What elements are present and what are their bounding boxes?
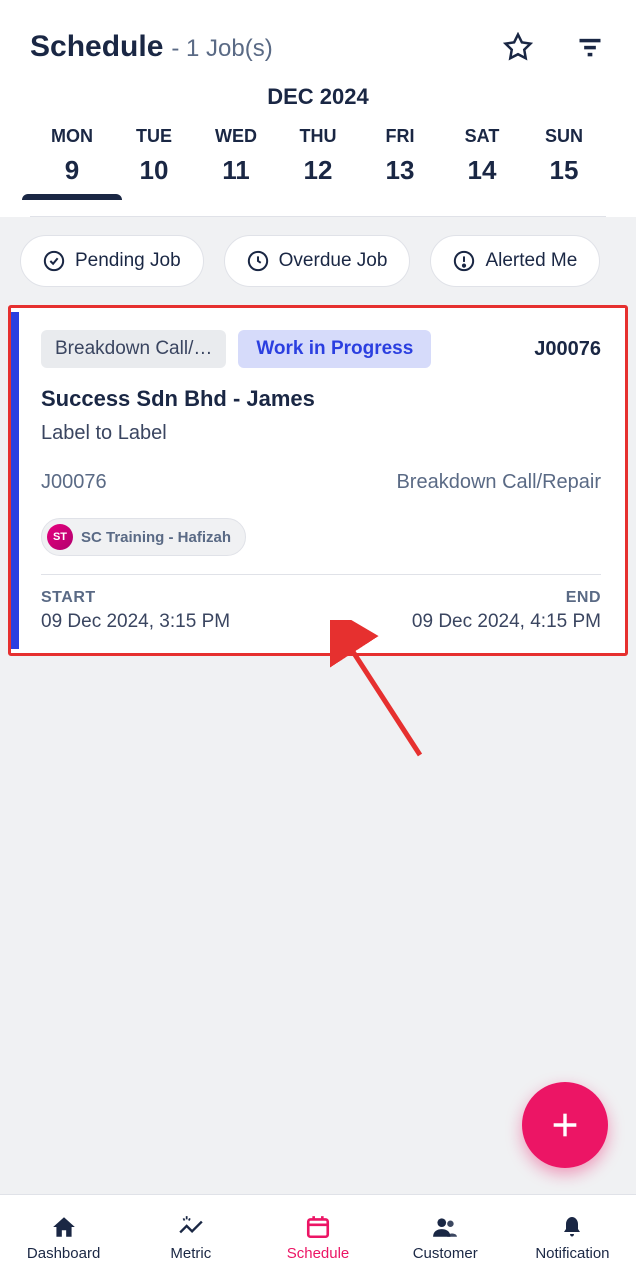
filter-overdue[interactable]: Overdue Job bbox=[224, 235, 411, 287]
metric-icon bbox=[127, 1213, 254, 1241]
end-value: 09 Dec 2024, 4:15 PM bbox=[412, 611, 601, 633]
add-button[interactable] bbox=[522, 1082, 608, 1168]
filter-overdue-label: Overdue Job bbox=[279, 250, 388, 272]
avatar: ST bbox=[47, 524, 73, 550]
day-name: MON bbox=[32, 126, 112, 147]
day-name: FRI bbox=[360, 126, 440, 147]
day-cell-mon[interactable]: MON 9 bbox=[32, 126, 112, 200]
job-card[interactable]: Breakdown Call/… Work in Progress J00076… bbox=[8, 305, 628, 656]
nav-customer-label: Customer bbox=[382, 1245, 509, 1262]
nav-metric[interactable]: Metric bbox=[127, 1213, 254, 1262]
filter-alerted-label: Alerted Me bbox=[485, 250, 577, 272]
title-text: Schedule bbox=[30, 30, 163, 64]
day-cell-tue[interactable]: TUE 10 bbox=[114, 126, 194, 200]
day-cell-fri[interactable]: FRI 13 bbox=[360, 126, 440, 200]
day-indicator bbox=[360, 194, 440, 200]
day-name: THU bbox=[278, 126, 358, 147]
day-number: 11 bbox=[196, 155, 276, 186]
assignee-chip: ST SC Training - Hafizah bbox=[41, 518, 246, 556]
nav-schedule[interactable]: Schedule bbox=[254, 1213, 381, 1262]
filter-pending-label: Pending Job bbox=[75, 250, 181, 272]
divider bbox=[41, 574, 601, 575]
nav-notification-label: Notification bbox=[509, 1245, 636, 1262]
day-indicator bbox=[442, 194, 522, 200]
filter-icon[interactable] bbox=[574, 31, 606, 63]
calendar-icon bbox=[254, 1213, 381, 1241]
nav-dashboard-label: Dashboard bbox=[0, 1245, 127, 1262]
day-number: 12 bbox=[278, 155, 358, 186]
page-title: Schedule - 1 Job(s) bbox=[30, 30, 273, 64]
bell-icon bbox=[509, 1213, 636, 1241]
job-id: J00076 bbox=[534, 338, 601, 361]
customer-icon bbox=[382, 1213, 509, 1241]
day-number: 9 bbox=[32, 155, 112, 186]
star-icon[interactable] bbox=[502, 31, 534, 63]
day-number: 15 bbox=[524, 155, 604, 186]
filter-alerted[interactable]: Alerted Me bbox=[430, 235, 600, 287]
nav-schedule-label: Schedule bbox=[254, 1245, 381, 1262]
day-indicator bbox=[196, 194, 276, 200]
start-value: 09 Dec 2024, 3:15 PM bbox=[41, 611, 230, 633]
nav-dashboard[interactable]: Dashboard bbox=[0, 1213, 127, 1262]
day-cell-sat[interactable]: SAT 14 bbox=[442, 126, 522, 200]
day-cell-wed[interactable]: WED 11 bbox=[196, 126, 276, 200]
filter-pending[interactable]: Pending Job bbox=[20, 235, 204, 287]
nav-notification[interactable]: Notification bbox=[509, 1213, 636, 1262]
day-name: WED bbox=[196, 126, 276, 147]
nav-customer[interactable]: Customer bbox=[382, 1213, 509, 1262]
day-name: SUN bbox=[524, 126, 604, 147]
end-label: END bbox=[412, 589, 601, 607]
month-label: DEC 2024 bbox=[30, 84, 606, 126]
job-type-tag: Breakdown Call/… bbox=[41, 330, 226, 368]
job-company: Success Sdn Bhd - James bbox=[41, 386, 601, 412]
day-number: 13 bbox=[360, 155, 440, 186]
job-label-line: Label to Label bbox=[41, 422, 601, 445]
nav-metric-label: Metric bbox=[127, 1245, 254, 1262]
start-label: START bbox=[41, 589, 230, 607]
day-indicator bbox=[524, 194, 604, 200]
week-picker: MON 9TUE 10WED 11THU 12FRI 13SAT 14SUN 15 bbox=[30, 126, 606, 217]
day-indicator bbox=[114, 194, 194, 200]
day-indicator bbox=[22, 194, 122, 200]
assignee-name: SC Training - Hafizah bbox=[81, 529, 231, 546]
day-name: TUE bbox=[114, 126, 194, 147]
day-name: SAT bbox=[442, 126, 522, 147]
day-number: 10 bbox=[114, 155, 194, 186]
title-subcount: - 1 Job(s) bbox=[171, 35, 272, 63]
day-number: 14 bbox=[442, 155, 522, 186]
home-icon bbox=[0, 1213, 127, 1241]
job-id-secondary: J00076 bbox=[41, 471, 107, 494]
job-type-full: Breakdown Call/Repair bbox=[396, 471, 601, 494]
day-cell-sun[interactable]: SUN 15 bbox=[524, 126, 604, 200]
job-status-tag: Work in Progress bbox=[238, 330, 431, 368]
day-indicator bbox=[278, 194, 358, 200]
day-cell-thu[interactable]: THU 12 bbox=[278, 126, 358, 200]
